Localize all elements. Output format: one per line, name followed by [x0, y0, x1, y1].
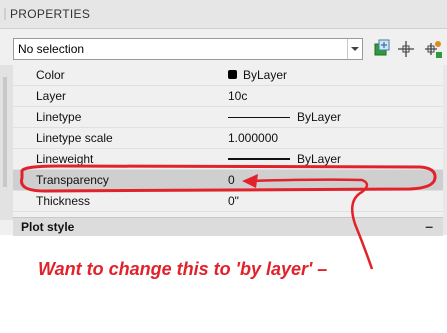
annotation-text: Want to change this to 'by layer' –: [38, 259, 328, 279]
arrow-head-icon: [242, 174, 258, 188]
highlight-ellipse: [20, 164, 437, 193]
pointer-arrow-line: [249, 178, 374, 270]
annotation-overlay: [20, 164, 437, 270]
